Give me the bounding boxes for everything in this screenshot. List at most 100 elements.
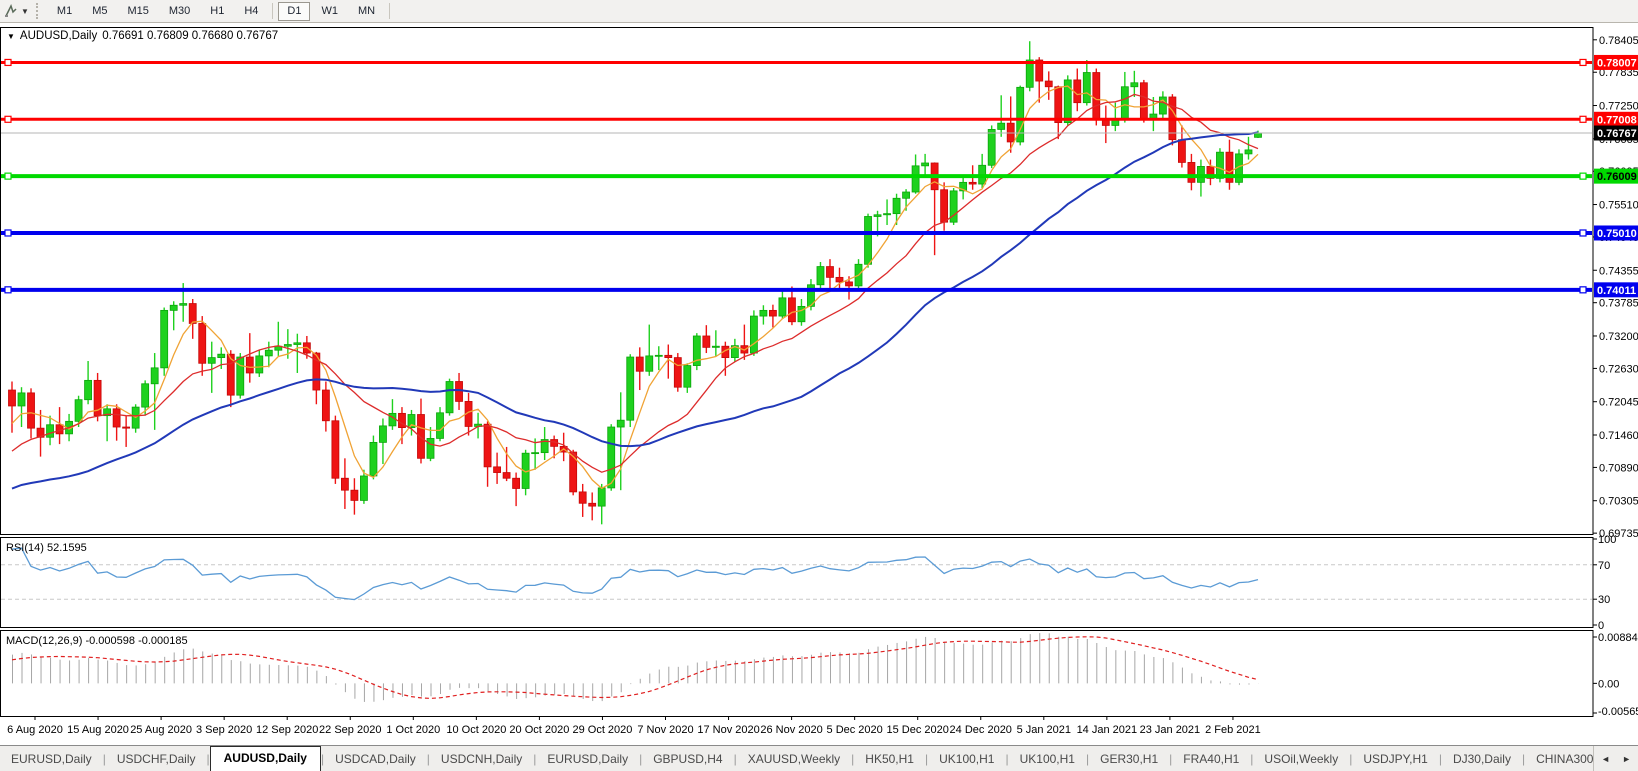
line-handle [5,287,11,293]
chart-tab-USDCNH-Daily[interactable]: USDCNH,Daily [430,747,533,771]
svg-text:0: 0 [1598,620,1604,632]
svg-text:7 Nov 2020: 7 Nov 2020 [637,724,693,736]
svg-text:2 Feb 2021: 2 Feb 2021 [1205,724,1261,736]
chart-tab-HK50-H1[interactable]: HK50,H1 [854,747,925,771]
tabs-scroll-controls: ◄ ► [1593,746,1638,771]
svg-text:0.72630: 0.72630 [1599,363,1638,375]
mt4-window: ▼ M1M5M15M30H1H4D1W1MN 0.008840.00-0.005… [0,0,1638,771]
svg-text:0.73785: 0.73785 [1599,298,1638,310]
chart-tab-FRA40-H1[interactable]: FRA40,H1 [1172,747,1250,771]
svg-text:12 Sep 2020: 12 Sep 2020 [256,724,318,736]
timeframe-button-M15[interactable]: M15 [118,2,157,21]
chart-tab-CHINA300-H1[interactable]: CHINA300,H1 [1525,747,1593,771]
svg-text:0.75010: 0.75010 [1597,228,1637,240]
svg-text:5 Jan 2021: 5 Jan 2021 [1017,724,1071,736]
timeframe-button-W1[interactable]: W1 [312,2,347,21]
chart-canvas[interactable]: 0.008840.00-0.005651100703000.784050.778… [0,23,1638,745]
chart-tab-GBPUSD-H4[interactable]: GBPUSD,H4 [642,747,733,771]
svg-text:0.78007: 0.78007 [1597,57,1637,69]
svg-text:29 Oct 2020: 29 Oct 2020 [572,724,632,736]
line-handle [1580,287,1586,293]
svg-text:0.72045: 0.72045 [1599,397,1638,409]
chart-tab-EURUSD-Daily[interactable]: EURUSD,Daily [536,747,639,771]
timeframe-button-M30[interactable]: M30 [160,2,199,21]
timeframe-button-MN[interactable]: MN [349,2,384,21]
chart-tabs-bar: EURUSD,Daily|USDCHF,Daily|AUDUSD,Daily|U… [0,745,1638,771]
svg-text:0.78405: 0.78405 [1599,35,1638,47]
tabs-scroll-left-icon[interactable]: ◄ [1598,752,1613,766]
svg-text:26 Nov 2020: 26 Nov 2020 [760,724,822,736]
svg-text:0.71460: 0.71460 [1599,430,1638,442]
chart-tab-GER30-H1[interactable]: GER30,H1 [1089,747,1169,771]
chart-tab-USDCAD-Daily[interactable]: USDCAD,Daily [324,747,427,771]
collapse-triangle-icon[interactable]: ▼ [7,32,15,41]
svg-text:0.77008: 0.77008 [1597,114,1637,126]
ohlc-readout: 0.76691 0.76809 0.76680 0.76767 [102,30,278,42]
chart-window: 0.008840.00-0.005651100703000.784050.778… [0,23,1638,745]
tabs-scroll-right-icon[interactable]: ► [1619,752,1634,766]
tool-dropdown-caret-icon[interactable]: ▼ [21,7,29,16]
price-badge-0.76009: 0.76009 [1594,169,1638,184]
line-handle [5,59,11,65]
svg-text:1 Oct 2020: 1 Oct 2020 [386,724,440,736]
svg-text:24 Dec 2020: 24 Dec 2020 [950,724,1012,736]
svg-text:0.00: 0.00 [1598,678,1619,690]
svg-text:15 Dec 2020: 15 Dec 2020 [887,724,949,736]
chart-tab-USDJPY-H1[interactable]: USDJPY,H1 [1352,747,1438,771]
date-axis[interactable]: 6 Aug 2020 15 Aug 202025 Aug 2020 3 Sep 20… [7,716,1261,736]
svg-text:0.77250: 0.77250 [1599,101,1638,113]
price-badge-0.75010: 0.75010 [1594,225,1638,240]
rsi-panel [1,538,1594,628]
svg-text:0.73200: 0.73200 [1599,331,1638,343]
chart-title: ▼ AUDUSD,Daily 0.76691 0.76809 0.76680 0… [7,30,278,42]
line-handle [5,230,11,236]
chart-tab-UK100-H1[interactable]: UK100,H1 [1009,747,1086,771]
svg-text:0.70890: 0.70890 [1599,462,1638,474]
macd-indicator-label: MACD(12,26,9) -0.000598 -0.000185 [6,635,188,647]
svg-text:22 Sep 2020: 22 Sep 2020 [319,724,381,736]
svg-text:0.00884: 0.00884 [1598,632,1638,644]
timeframe-button-D1[interactable]: D1 [278,2,310,21]
timeframe-button-M1[interactable]: M1 [48,2,81,21]
chart-tab-AUDUSD-Daily[interactable]: AUDUSD,Daily [210,746,321,771]
chart-tab-XAUUSD-Weekly[interactable]: XAUUSD,Weekly [737,747,851,771]
svg-text:0.69735: 0.69735 [1599,528,1638,540]
timeframe-button-H1[interactable]: H1 [201,2,233,21]
price-badge-0.78007: 0.78007 [1594,55,1638,70]
svg-text:25 Aug 2020: 25 Aug 2020 [130,724,192,736]
macd-panel [1,631,1594,717]
chart-tab-USDCHF-Daily[interactable]: USDCHF,Daily [106,747,207,771]
timeframe-button-M5[interactable]: M5 [83,2,116,21]
chart-tab-UK100-H1[interactable]: UK100,H1 [928,747,1005,771]
price-badge-0.77008: 0.77008 [1594,112,1638,127]
chart-tab-USOil-Weekly[interactable]: USOil,Weekly [1253,747,1349,771]
svg-text:3 Sep 2020: 3 Sep 2020 [196,724,252,736]
svg-text:0.75510: 0.75510 [1599,200,1638,212]
chart-tab-DJ30-Daily[interactable]: DJ30,Daily [1442,747,1522,771]
svg-text:0.76009: 0.76009 [1597,171,1637,183]
timeframe-toolbar: ▼ M1M5M15M30H1H4 D1W1MN [0,0,1638,23]
svg-text:0.76767: 0.76767 [1597,128,1637,140]
line-handle [1580,230,1586,236]
symbol-period-label: AUDUSD,Daily [20,30,97,42]
crosshair-tool-icon[interactable] [2,2,20,20]
svg-text:0.70305: 0.70305 [1599,496,1638,508]
toolbar-grip[interactable] [36,3,43,19]
svg-text:70: 70 [1598,560,1610,572]
svg-text:20 Oct 2020: 20 Oct 2020 [509,724,569,736]
svg-text:6 Aug 2020: 6 Aug 2020 [7,724,63,736]
svg-text:15 Aug 2020: 15 Aug 2020 [67,724,129,736]
chart-tab-EURUSD-Daily[interactable]: EURUSD,Daily [0,747,103,771]
timeframe-button-H4[interactable]: H4 [235,2,267,21]
svg-text:0.74011: 0.74011 [1597,285,1636,297]
svg-text:14 Jan 2021: 14 Jan 2021 [1077,724,1138,736]
price-badge-0.74011: 0.74011 [1594,282,1638,297]
svg-text:5 Dec 2020: 5 Dec 2020 [827,724,883,736]
svg-text:0.74355: 0.74355 [1599,265,1638,277]
svg-text:10 Oct 2020: 10 Oct 2020 [446,724,506,736]
line-handle [5,116,11,122]
line-handle [1580,173,1586,179]
line-handle [5,173,11,179]
main-panel [1,28,1594,535]
svg-text:30: 30 [1598,594,1610,606]
